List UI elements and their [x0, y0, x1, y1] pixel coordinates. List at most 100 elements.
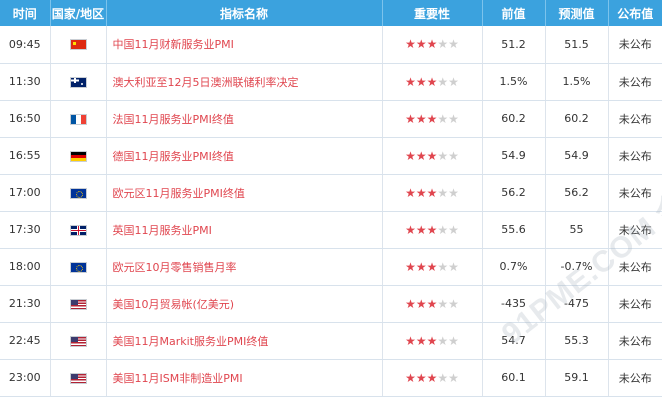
star-filled-icon: ★	[415, 148, 427, 163]
actual-value: 未公布	[618, 38, 652, 52]
previous-cell: 54.7	[482, 322, 546, 360]
country-cell	[50, 359, 107, 397]
importance-cell: ★★★★★	[382, 285, 483, 323]
time-cell: 21:30	[0, 285, 51, 323]
forecast-cell: 1.5%	[545, 63, 609, 101]
time-value: 17:00	[8, 186, 41, 199]
forecast-value: 54.9	[564, 149, 589, 162]
actual-cell: 未公布	[608, 285, 662, 323]
usa-flag-icon	[69, 372, 87, 384]
previous-cell: 1.5%	[482, 63, 546, 101]
australia-flag-icon	[69, 76, 87, 88]
table-row: 17:30 英国11月服务业PMI ★★★★★ 55.6 55 未公布	[0, 211, 662, 249]
previous-cell: 51.2	[482, 26, 546, 64]
time-value: 16:55	[8, 149, 41, 162]
star-empty-icon: ★	[437, 222, 449, 237]
importance-stars: ★★★★★	[405, 371, 459, 385]
star-empty-icon: ★	[448, 259, 459, 274]
indicator-link[interactable]: 英国11月服务业PMI	[113, 224, 212, 237]
previous-value: 56.2	[501, 186, 526, 199]
indicator-link[interactable]: 欧元区11月服务业PMI终值	[113, 187, 245, 200]
actual-value: 未公布	[618, 297, 652, 311]
importance-stars: ★★★★★	[405, 260, 459, 274]
indicator-cell[interactable]: 美国10月贸易帐(亿美元)	[106, 285, 383, 323]
time-cell: 16:55	[0, 137, 51, 175]
time-value: 21:30	[8, 297, 41, 310]
indicator-cell[interactable]: 美国11月Markit服务业PMI终值	[106, 322, 383, 360]
indicator-link[interactable]: 澳大利亚至12月5日澳洲联储利率决定	[113, 76, 299, 89]
star-empty-icon: ★	[437, 370, 449, 385]
forecast-value: -475	[564, 297, 589, 310]
indicator-cell[interactable]: 美国11月ISM非制造业PMI	[106, 359, 383, 397]
uk-flag-icon	[69, 224, 87, 236]
indicator-link[interactable]: 美国11月Markit服务业PMI终值	[113, 335, 269, 348]
indicator-cell[interactable]: 欧元区11月服务业PMI终值	[106, 174, 383, 212]
importance-cell: ★★★★★	[382, 26, 483, 64]
forecast-cell: 55	[545, 211, 609, 249]
indicator-cell[interactable]: 中国11月财新服务业PMI	[106, 26, 383, 64]
previous-value: 54.9	[501, 149, 526, 162]
country-cell	[50, 248, 107, 286]
star-empty-icon: ★	[448, 333, 459, 348]
time-cell: 11:30	[0, 63, 51, 101]
actual-value: 未公布	[618, 223, 652, 237]
table-row: 22:45 美国11月Markit服务业PMI终值 ★★★★★ 54.7 55.…	[0, 322, 662, 360]
table-row: 18:00 欧元区10月零售销售月率 ★★★★★ 0.7% -0.7% 未公布	[0, 248, 662, 286]
previous-value: 54.7	[501, 334, 526, 347]
time-value: 16:50	[8, 112, 41, 125]
column-header-forecast: 预测值	[545, 0, 609, 26]
star-filled-icon: ★	[415, 370, 427, 385]
actual-value: 未公布	[618, 186, 652, 200]
table-row: 21:30 美国10月贸易帐(亿美元) ★★★★★ -435 -475 未公布	[0, 285, 662, 323]
previous-cell: 54.9	[482, 137, 546, 175]
importance-cell: ★★★★★	[382, 248, 483, 286]
country-cell	[50, 63, 107, 101]
forecast-value: 60.2	[564, 112, 589, 125]
country-cell	[50, 285, 107, 323]
indicator-cell[interactable]: 英国11月服务业PMI	[106, 211, 383, 249]
indicator-cell[interactable]: 法国11月服务业PMI终值	[106, 100, 383, 138]
country-cell	[50, 100, 107, 138]
indicator-cell[interactable]: 澳大利亚至12月5日澳洲联储利率决定	[106, 63, 383, 101]
star-filled-icon: ★	[405, 111, 416, 126]
star-filled-icon: ★	[405, 222, 416, 237]
star-empty-icon: ★	[437, 37, 449, 52]
indicator-link[interactable]: 中国11月财新服务业PMI	[113, 38, 234, 51]
star-filled-icon: ★	[426, 296, 438, 311]
importance-cell: ★★★★★	[382, 174, 483, 212]
time-cell: 23:00	[0, 359, 51, 397]
indicator-cell[interactable]: 欧元区10月零售销售月率	[106, 248, 383, 286]
indicator-link[interactable]: 德国11月服务业PMI终值	[113, 150, 234, 163]
star-empty-icon: ★	[448, 222, 459, 237]
previous-value: -435	[501, 297, 526, 310]
indicator-link[interactable]: 美国11月ISM非制造业PMI	[113, 372, 243, 385]
importance-stars: ★★★★★	[405, 149, 459, 163]
time-cell: 22:45	[0, 322, 51, 360]
star-empty-icon: ★	[448, 37, 459, 52]
star-empty-icon: ★	[448, 111, 459, 126]
table-row: 17:00 欧元区11月服务业PMI终值 ★★★★★ 56.2 56.2 未公布	[0, 174, 662, 212]
actual-value: 未公布	[618, 260, 652, 274]
actual-value: 未公布	[618, 149, 652, 163]
indicator-link[interactable]: 法国11月服务业PMI终值	[113, 113, 234, 126]
previous-cell: 0.7%	[482, 248, 546, 286]
star-filled-icon: ★	[405, 370, 416, 385]
eu-flag-icon	[69, 261, 87, 273]
star-filled-icon: ★	[415, 222, 427, 237]
actual-cell: 未公布	[608, 174, 662, 212]
time-cell: 09:45	[0, 26, 51, 64]
indicator-cell[interactable]: 德国11月服务业PMI终值	[106, 137, 383, 175]
indicator-link[interactable]: 欧元区10月零售销售月率	[113, 261, 237, 274]
column-header-actual: 公布值	[617, 6, 654, 21]
star-filled-icon: ★	[405, 185, 416, 200]
forecast-value: 55.3	[564, 334, 589, 347]
previous-value: 51.2	[501, 37, 526, 51]
forecast-cell: 54.9	[545, 137, 609, 175]
time-value: 23:00	[8, 371, 41, 384]
forecast-value: 55	[569, 223, 584, 236]
forecast-cell: 55.3	[545, 322, 609, 360]
star-filled-icon: ★	[415, 74, 427, 89]
indicator-link[interactable]: 美国10月贸易帐(亿美元)	[113, 298, 235, 311]
usa-flag-icon	[69, 335, 87, 347]
star-filled-icon: ★	[405, 259, 416, 274]
